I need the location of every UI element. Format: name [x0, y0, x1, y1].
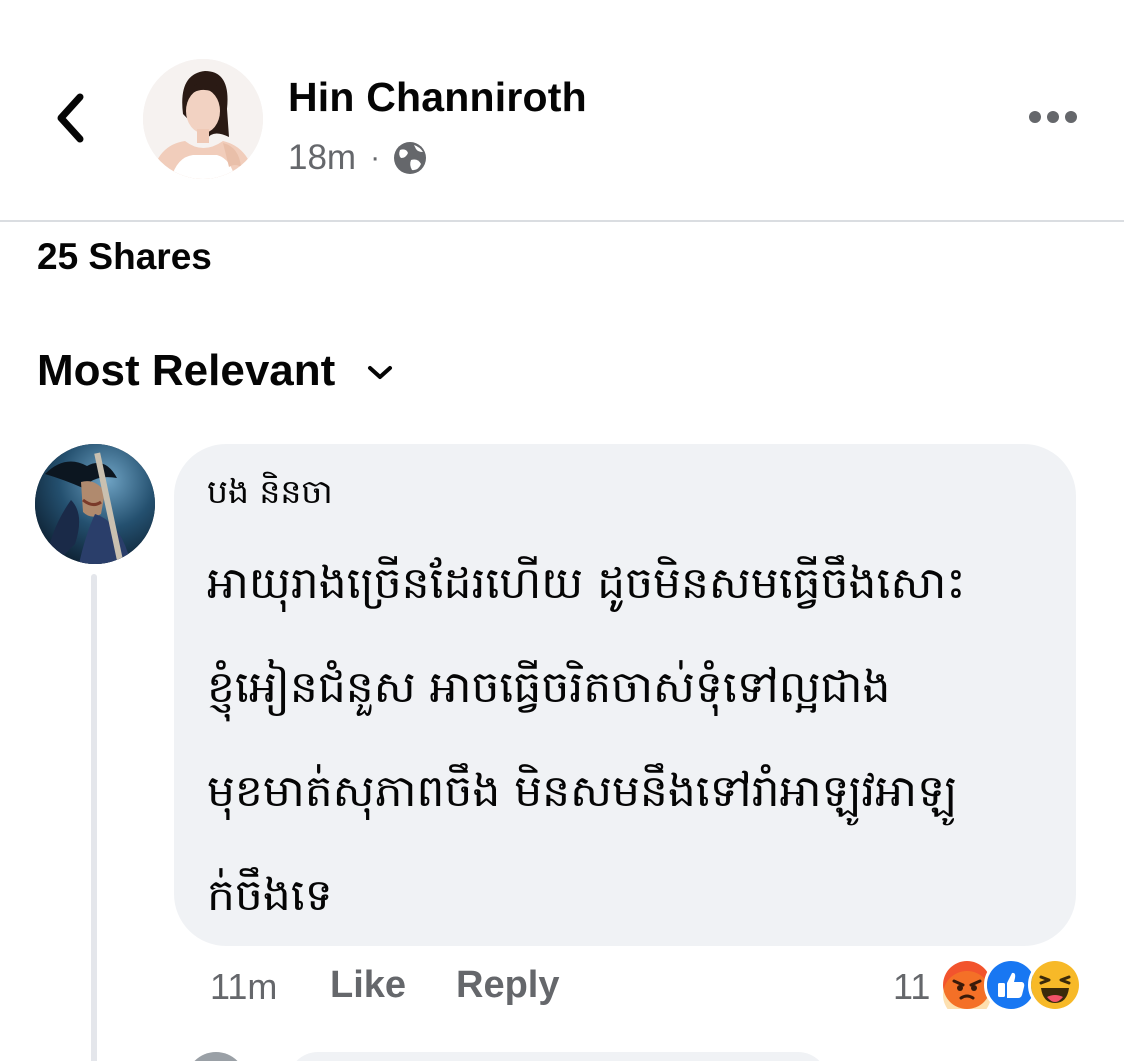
more-options-button[interactable]	[1018, 92, 1088, 142]
commenter-name[interactable]: បង និនចា	[207, 472, 333, 520]
comment-bubble[interactable]: បង និនចា អាយុរាងច្រើនដែរហើយ ដូចមិនសមធ្វើ…	[174, 444, 1076, 946]
commenter-avatar[interactable]	[35, 444, 155, 564]
shares-count[interactable]: 25 Shares	[37, 236, 212, 278]
post-header: Hin Channiroth 18m ·	[0, 0, 1124, 222]
next-commenter-avatar[interactable]	[186, 1052, 246, 1061]
more-horizontal-icon	[1029, 111, 1041, 123]
poster-name[interactable]: Hin Channiroth	[288, 74, 587, 121]
chevron-left-icon	[57, 93, 84, 143]
next-comment-bubble[interactable]	[288, 1052, 828, 1061]
sort-label: Most Relevant	[37, 346, 336, 395]
comment-line: មុខមាត់សុភាពចឹង មិនសមនឹងទៅរាំអាឡូវអាឡូ	[207, 766, 957, 817]
poster-avatar[interactable]	[143, 59, 263, 179]
reply-button[interactable]: Reply	[456, 964, 559, 1007]
comment-line: ក់ចឹងទេ	[207, 870, 333, 921]
post-time[interactable]: 18m	[288, 138, 356, 178]
reaction-icons[interactable]	[940, 958, 1082, 1019]
comment-time[interactable]: 11m	[210, 966, 277, 1008]
like-button[interactable]: Like	[330, 964, 406, 1007]
comment-actions: 11m Like Reply 11	[0, 958, 1124, 1019]
haha-icon	[1028, 958, 1082, 1012]
globe-icon	[394, 142, 427, 174]
comment-text: អាយុរាងច្រើនដែរហើយ ដូចមិនសមធ្វើចឹងសោះ ខ្…	[207, 532, 1047, 948]
comment-line: ខ្ញុំអៀនជំនួស អាចធ្វើចរិតចាស់ទុំទៅល្អជាង	[207, 662, 891, 713]
chevron-down-icon	[368, 366, 393, 379]
post-meta: 18m ·	[288, 138, 428, 178]
back-button[interactable]	[44, 82, 96, 154]
reaction-count[interactable]: 11	[893, 966, 930, 1008]
meta-separator: ·	[370, 141, 381, 174]
comment-line: អាយុរាងច្រើនដែរហើយ ដូចមិនសមធ្វើចឹងសោះ	[207, 558, 966, 609]
sort-dropdown[interactable]: Most Relevant	[37, 346, 393, 396]
